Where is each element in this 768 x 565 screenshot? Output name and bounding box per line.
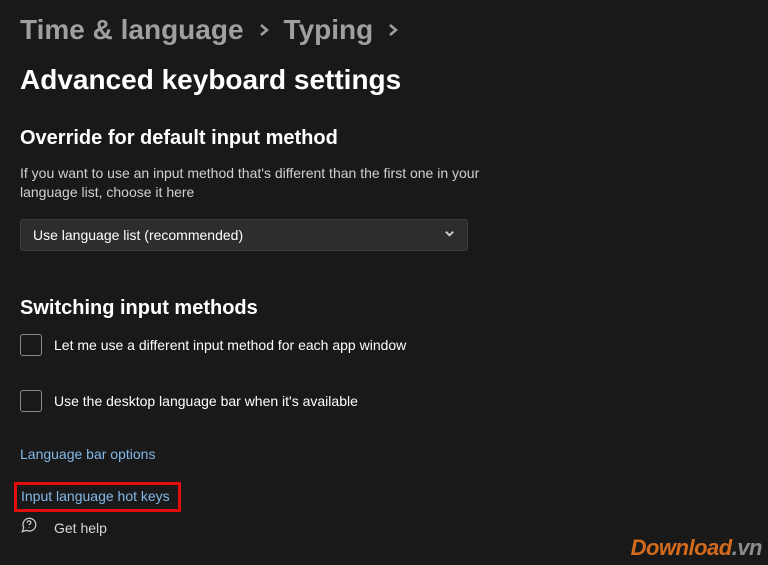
checkbox-desktop-language-bar[interactable]: Use the desktop language bar when it's a… [20, 390, 748, 412]
get-help-link[interactable]: Get help [20, 516, 107, 539]
breadcrumb: Time & language Typing Advanced keyboard… [20, 12, 748, 99]
highlight-annotation: Input language hot keys [14, 482, 181, 512]
breadcrumb-typing[interactable]: Typing [284, 12, 374, 48]
checkbox-label: Let me use a different input method for … [54, 337, 406, 353]
chevron-right-icon [387, 24, 399, 36]
watermark: Download.vn [631, 535, 762, 561]
checkbox-icon [20, 390, 42, 412]
language-bar-options-link[interactable]: Language bar options [20, 446, 155, 462]
override-heading: Override for default input method [20, 127, 748, 150]
help-icon [20, 516, 38, 539]
get-help-label: Get help [54, 520, 107, 536]
checkbox-icon [20, 334, 42, 356]
checkbox-per-app-input[interactable]: Let me use a different input method for … [20, 334, 748, 356]
dropdown-selected-value: Use language list (recommended) [33, 227, 243, 243]
checkbox-label: Use the desktop language bar when it's a… [54, 393, 358, 409]
input-language-hotkeys-link[interactable]: Input language hot keys [21, 489, 170, 503]
breadcrumb-current: Advanced keyboard settings [20, 62, 401, 98]
switching-heading: Switching input methods [20, 297, 748, 320]
breadcrumb-time-language[interactable]: Time & language [20, 12, 244, 48]
chevron-down-icon [444, 226, 455, 244]
chevron-right-icon [258, 24, 270, 36]
input-method-dropdown[interactable]: Use language list (recommended) [20, 219, 468, 251]
override-description: If you want to use an input method that'… [20, 164, 480, 203]
